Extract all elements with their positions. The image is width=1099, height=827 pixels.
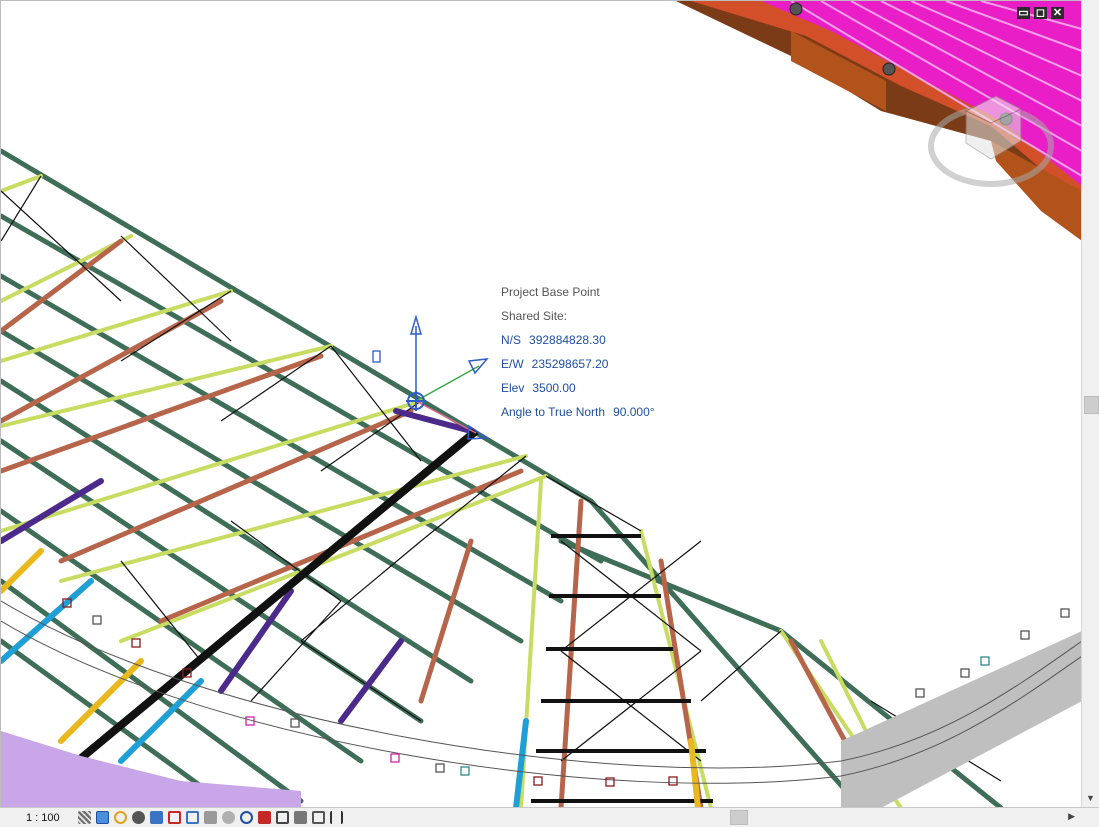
temporary-view-properties-icon[interactable] (258, 811, 271, 824)
highlight-displacement-icon[interactable] (312, 811, 325, 824)
east-west-row: E/W 235298657.20 (501, 352, 655, 376)
restore-button[interactable]: ◻ (1034, 7, 1047, 19)
reveal-constraints-icon[interactable] (330, 811, 343, 824)
unlock-3d-view-icon[interactable] (204, 811, 217, 824)
vertical-scroll-thumb[interactable] (1084, 396, 1099, 414)
elevation-row: Elev 3500.00 (501, 376, 655, 400)
3d-viewport[interactable]: ▭ ◻ ✕ Project Base Point Shared Site: N/… (0, 0, 1082, 808)
temporary-hide-icon[interactable] (222, 811, 235, 824)
render-icon[interactable] (150, 811, 163, 824)
elev-label: Elev (501, 381, 525, 395)
scroll-down-icon[interactable]: ▼ (1086, 793, 1095, 803)
scroll-right-icon[interactable]: ▶ (1068, 811, 1075, 822)
view-control-bar: 1 : 100 (0, 807, 1099, 827)
detail-level-icon[interactable] (78, 811, 91, 824)
vertical-scrollbar[interactable]: ▼ (1081, 0, 1099, 807)
ns-value[interactable]: 392884828.30 (529, 333, 606, 347)
angle-label: Angle to True North (501, 405, 606, 419)
north-south-row: N/S 392884828.30 (501, 328, 655, 352)
close-button[interactable]: ✕ (1051, 7, 1064, 19)
base-point-info: Project Base Point Shared Site: N/S 39288… (501, 280, 655, 424)
angle-row: Angle to True North 90.000° (501, 400, 655, 424)
shared-site-label: Shared Site: (501, 309, 568, 323)
show-crop-icon[interactable] (186, 811, 199, 824)
reveal-hidden-icon[interactable] (240, 811, 253, 824)
window-controls: ▭ ◻ ✕ (1017, 7, 1064, 19)
ns-label: N/S (501, 333, 522, 347)
crop-view-icon[interactable] (168, 811, 181, 824)
ew-label: E/W (501, 357, 524, 371)
elev-value[interactable]: 3500.00 (532, 381, 575, 395)
shadows-icon[interactable] (132, 811, 145, 824)
minimize-button[interactable]: ▭ (1017, 7, 1030, 19)
analytical-model-icon[interactable] (294, 811, 307, 824)
visual-style-icon[interactable] (96, 811, 109, 824)
horizontal-scroll-thumb[interactable] (730, 810, 748, 825)
view-scale[interactable]: 1 : 100 (26, 812, 78, 824)
base-point-title: Project Base Point (501, 285, 600, 299)
worksharing-display-icon[interactable] (276, 811, 289, 824)
ew-value[interactable]: 235298657.20 (532, 357, 609, 371)
angle-value[interactable]: 90.000° (613, 405, 655, 419)
sun-path-icon[interactable] (114, 811, 127, 824)
